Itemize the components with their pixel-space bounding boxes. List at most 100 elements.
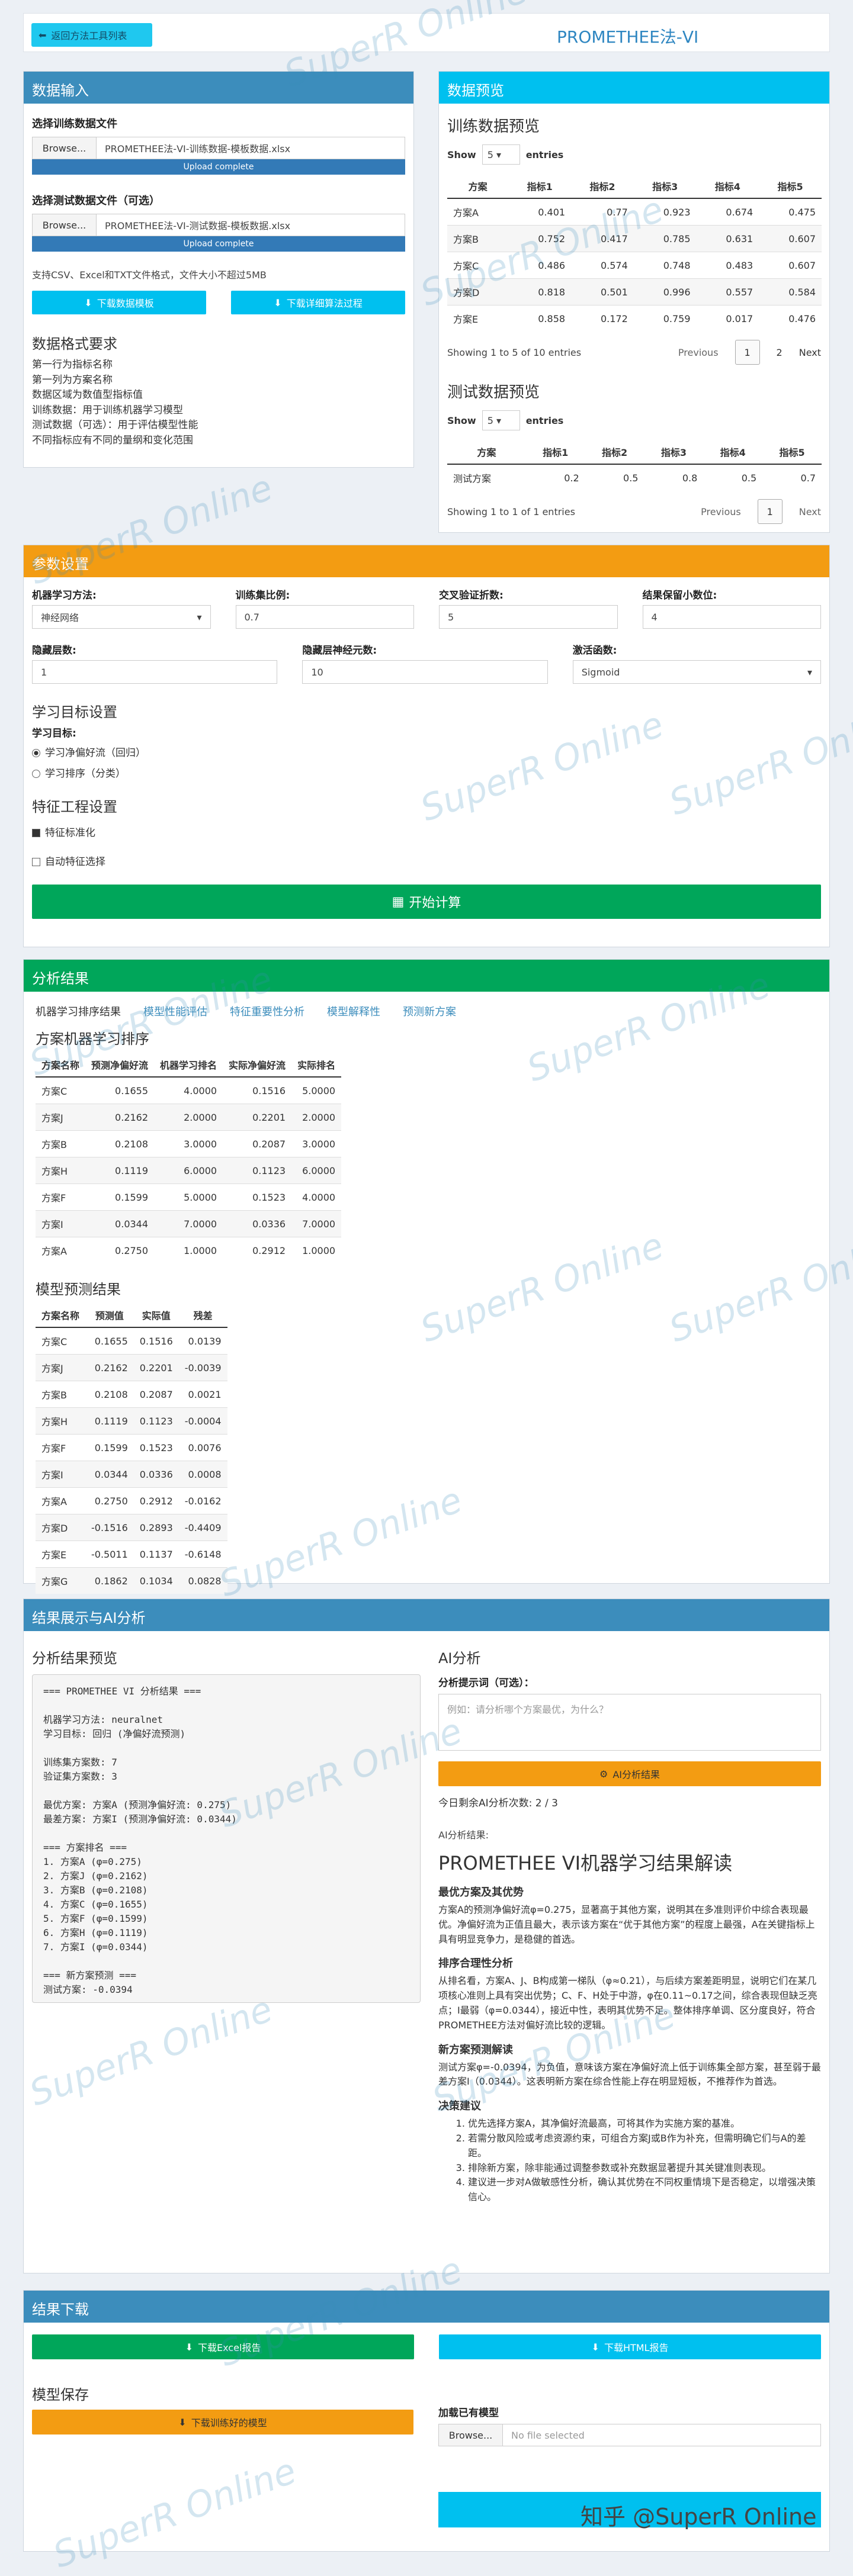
test-file-label: 选择测试数据文件（可选） [32, 195, 160, 207]
tab-1[interactable]: 模型性能评估 [143, 1004, 207, 1019]
cv-folds-input[interactable]: 5 [439, 605, 618, 629]
advice-item: 若需分散风险或考虑资源约束，可组合方案J或B作为补充，但需明确它们与A的差距。 [468, 2131, 821, 2161]
panel-title: 结果下载 [24, 2291, 829, 2323]
download-template-button[interactable]: ⬇ 下载数据模板 [32, 291, 206, 314]
tab-3[interactable]: 模型解释性 [327, 1004, 380, 1019]
previous-button[interactable]: Previous [678, 347, 719, 358]
page-1-button[interactable]: 1 [757, 499, 783, 524]
column-header[interactable]: 指标3 [633, 174, 697, 199]
decimal-input[interactable]: 4 [642, 605, 821, 629]
column-header[interactable]: 指标5 [762, 440, 822, 465]
auto-feature-checkbox[interactable]: 自动特征选择 [32, 853, 821, 868]
column-header[interactable]: 指标2 [585, 440, 644, 465]
table-row: 方案B 0.2108 0.2087 0.0021 [36, 1381, 227, 1408]
table-cell: 方案A [447, 198, 509, 226]
column-header[interactable]: 方案名称 [36, 1053, 86, 1078]
table-cell: 0.0021 [178, 1381, 227, 1408]
table-cell: 4.0000 [154, 1076, 223, 1104]
goal-regression-radio[interactable]: 学习净偏好流（回归） [32, 744, 821, 759]
next-button[interactable]: Next [799, 506, 821, 517]
column-header[interactable]: 预测值 [85, 1303, 134, 1328]
footer-watermark: 知乎 @SuperR Online [581, 2504, 817, 2530]
table-row: 方案I 0.0344 7.0000 0.0336 7.0000 [36, 1210, 342, 1237]
support-text: 支持CSV、Excel和TXT文件格式，文件大小不超过5MB [32, 269, 267, 281]
table-cell: 1.0000 [154, 1237, 223, 1263]
next-button[interactable]: Next [799, 347, 821, 358]
download-excel-button[interactable]: ⬇ 下载Excel报告 [32, 2334, 414, 2359]
start-compute-button[interactable]: ▦ 开始计算 [32, 885, 821, 919]
train-table-info: Showing 1 to 5 of 10 entries [447, 346, 582, 358]
tab-0[interactable]: 机器学习排序结果 [36, 1004, 121, 1019]
column-header[interactable]: 指标2 [571, 174, 634, 199]
download-html-button[interactable]: ⬇ 下载HTML报告 [439, 2334, 821, 2359]
standardize-checkbox[interactable]: 特征标准化 [32, 824, 821, 839]
column-header[interactable]: 指标4 [696, 174, 759, 199]
page-size-select[interactable]: 5 ▾ [482, 410, 520, 430]
table-cell: 0.574 [571, 252, 634, 279]
page-2-button[interactable]: 2 [777, 347, 783, 358]
table-cell: -0.0004 [178, 1407, 227, 1435]
table-cell: 0.1655 [85, 1327, 134, 1355]
table-cell: 3.0000 [154, 1130, 223, 1157]
table-cell: 0.501 [571, 278, 634, 305]
table-cell: 0.0344 [85, 1210, 155, 1237]
table-cell: 方案E [36, 1541, 86, 1568]
train-file-input[interactable]: Browse... PROMETHEE法-VI-训练数据-模板数据.xlsx [32, 137, 405, 159]
page-1-button[interactable]: 1 [735, 340, 760, 365]
column-header[interactable]: 指标1 [508, 174, 572, 199]
tab-4[interactable]: 预测新方案 [403, 1004, 456, 1019]
table-row: 方案A 0.2750 1.0000 0.2912 1.0000 [36, 1237, 342, 1263]
browse-button[interactable]: Browse... [439, 2424, 503, 2446]
train-ratio-input[interactable]: 0.7 [235, 605, 414, 629]
back-to-list-button[interactable]: ⬅ 返回方法工具列表 [31, 23, 152, 47]
column-header[interactable]: 实际排名 [291, 1053, 342, 1078]
download-process-button[interactable]: ⬇ 下载详细算法过程 [231, 291, 405, 314]
arrow-left-icon: ⬅ [39, 29, 47, 41]
download-model-button[interactable]: ⬇ 下载训练好的模型 [32, 2410, 413, 2435]
table-row: 方案D 0.818 0.501 0.996 0.557 0.584 [447, 278, 822, 305]
caret-down-icon: ▾ [807, 666, 813, 678]
column-header[interactable]: 指标5 [759, 174, 822, 199]
tab-2[interactable]: 特征重要性分析 [230, 1004, 304, 1019]
browse-button[interactable]: Browse... [33, 137, 97, 159]
page-size-select[interactable]: 5 ▾ [482, 144, 520, 165]
table-cell: 方案D [36, 1514, 86, 1541]
column-header[interactable]: 方案 [447, 174, 509, 199]
robot-icon: ⚙ [599, 1768, 608, 1780]
column-header[interactable]: 指标4 [703, 440, 763, 465]
column-header[interactable]: 实际值 [133, 1303, 179, 1328]
table-row: 方案E 0.858 0.172 0.759 0.017 0.476 [447, 305, 822, 332]
neurons-input[interactable]: 10 [302, 660, 548, 684]
hidden-layers-input[interactable]: 1 [32, 660, 278, 684]
requirements-title: 数据格式要求 [32, 336, 117, 352]
column-header[interactable]: 残差 [178, 1303, 227, 1328]
table-row: 方案J 0.2162 0.2201 -0.0039 [36, 1354, 227, 1381]
ai-analyze-button[interactable]: ⚙ AI分析结果 [438, 1761, 821, 1786]
test-preview-table: 方案 指标1 指标2 指标3 指标4 指标5 测试方案 0.2 0.5 0.8 0.5 0.7 [447, 440, 822, 491]
prompt-textarea[interactable]: 例如：请分析哪个方案最优，为什么？ [438, 1694, 821, 1751]
table-cell: 0.1137 [133, 1541, 179, 1568]
browse-button[interactable]: Browse... [33, 214, 97, 236]
table-cell: 0.674 [696, 198, 759, 226]
column-header[interactable]: 方案名称 [36, 1303, 86, 1328]
load-model-input[interactable]: Browse... No file selected [438, 2424, 821, 2446]
analysis-panel: 分析结果 机器学习排序结果 模型性能评估 特征重要性分析 模型解释性 预测新方案 方案机… [23, 959, 830, 1594]
column-header[interactable]: 方案 [447, 440, 526, 465]
ai-analysis-panel: 结果展示与AI分析 分析结果预览 === PROMETHEE VI 分析结果 =… [23, 1599, 830, 2273]
column-header[interactable]: 指标3 [644, 440, 704, 465]
activation-select[interactable]: Sigmoid ▾ [572, 660, 822, 684]
ml-method-select[interactable]: 神经网络 ▾ [32, 605, 211, 629]
download-icon: ⬇ [591, 2341, 599, 2353]
test-file-input[interactable]: Browse... PROMETHEE法-VI-测试数据-模板数据.xlsx [32, 214, 405, 236]
table-row: 方案I 0.0344 0.0336 0.0008 [36, 1461, 227, 1488]
column-header[interactable]: 实际净偏好流 [223, 1053, 292, 1078]
table-cell: 0.584 [759, 278, 822, 305]
column-header[interactable]: 预测净偏好流 [85, 1053, 155, 1078]
ai-result-label: AI分析结果: [438, 1829, 489, 1841]
ai-result-content: PROMETHEE VI机器学习结果解读 最优方案及其优势 方案A的预测净偏好流… [438, 1848, 821, 2205]
column-header[interactable]: 机器学习排名 [154, 1053, 223, 1078]
previous-button[interactable]: Previous [701, 506, 741, 517]
column-header[interactable]: 指标1 [525, 440, 585, 465]
goal-classification-radio[interactable]: 学习排序（分类） [32, 765, 821, 780]
table-cell: 0.486 [508, 252, 572, 279]
